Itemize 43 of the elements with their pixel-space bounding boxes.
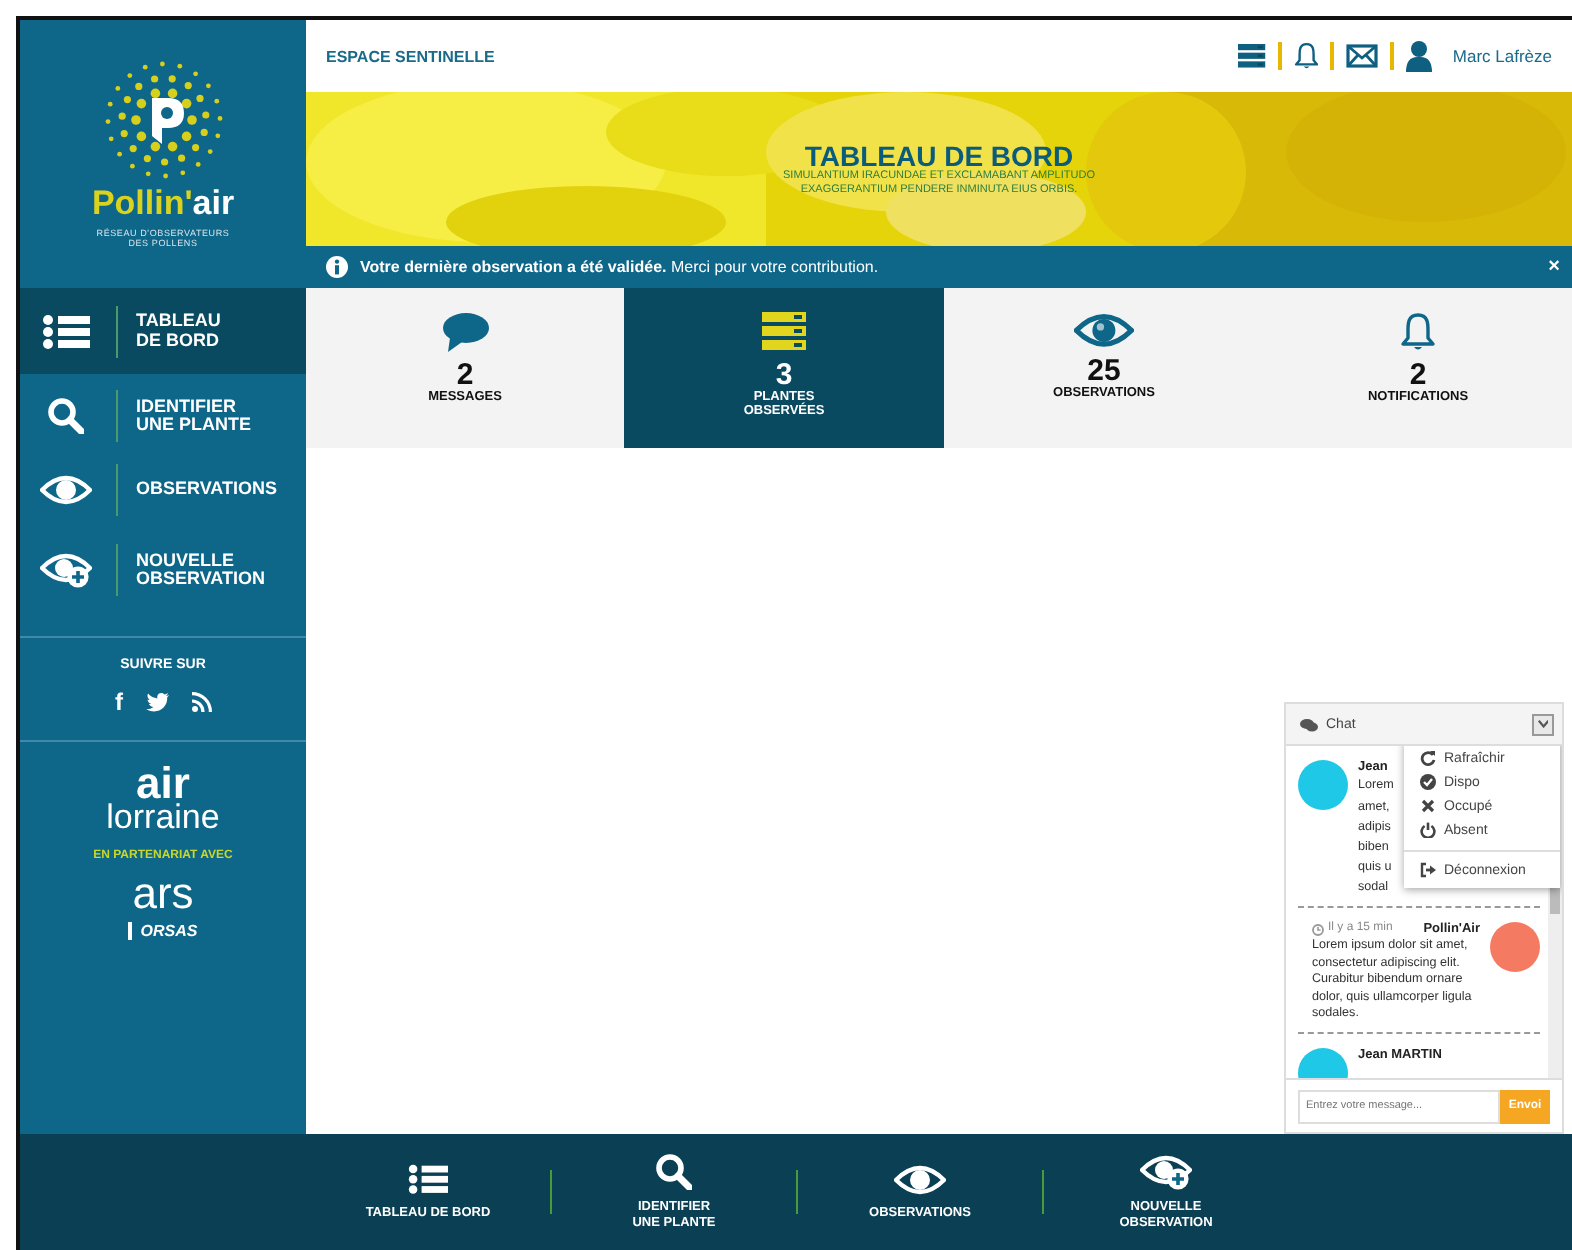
speech-bubble-icon [441, 312, 489, 352]
list-icon [42, 313, 90, 349]
logo-text: Pollin'air [91, 184, 235, 224]
sidebar-item[interactable]: OBSERVATIONS [20, 458, 306, 522]
user-icon[interactable] [1406, 40, 1433, 72]
envelope-icon[interactable] [1346, 44, 1379, 68]
bird-icon[interactable] [145, 692, 169, 712]
social-link[interactable]: f [115, 688, 123, 716]
page-title: ESPACE SENTINELLE [326, 47, 495, 65]
caret-icon [1537, 720, 1549, 728]
search-icon [656, 1154, 692, 1191]
rss-icon[interactable] [191, 692, 211, 712]
dropdown-toggle[interactable] [1532, 713, 1554, 735]
stacked-bars-icon [762, 312, 806, 352]
partner-logo: ars [132, 872, 194, 917]
eye-plus-icon [40, 552, 92, 588]
eye-icon [1074, 312, 1134, 349]
sidebar-item[interactable]: TABLEAU DE BORD [20, 288, 306, 374]
clock-icon [1312, 924, 1324, 937]
exit-icon [1420, 862, 1436, 878]
sidebar-item[interactable]: IDENTIFIER UNE PLANTE [20, 374, 306, 458]
list-icon [407, 1164, 449, 1196]
eye-icon [894, 1163, 946, 1196]
logo-drawing [103, 60, 223, 180]
eye-icon [40, 474, 92, 506]
notice-text: Votre dernière observation a été validée. Merci pour votre contribution. [360, 258, 881, 276]
search-icon [48, 398, 84, 434]
stacked-bars-icon[interactable] [1238, 43, 1266, 69]
refresh-icon [1420, 750, 1436, 766]
check-icon [1420, 774, 1436, 790]
cross-icon [1420, 798, 1436, 814]
user-name[interactable]: Marc Lafrèze [1452, 46, 1552, 66]
info-icon [326, 256, 348, 278]
partner-logo: ORSAS [128, 922, 198, 941]
banner-title: TABLEAU DE BORD [804, 141, 1074, 170]
bell-icon [1400, 312, 1436, 352]
close-button[interactable]: × [1548, 256, 1560, 278]
speech-bubbles-icon [1300, 717, 1318, 731]
eye-plus-icon [1140, 1154, 1192, 1191]
sidebar-item[interactable]: NOUVELLE OBSERVATION [20, 522, 306, 618]
partner-logo: air lorraine [106, 766, 220, 833]
bell-icon[interactable] [1293, 42, 1319, 70]
power-icon [1420, 822, 1436, 838]
